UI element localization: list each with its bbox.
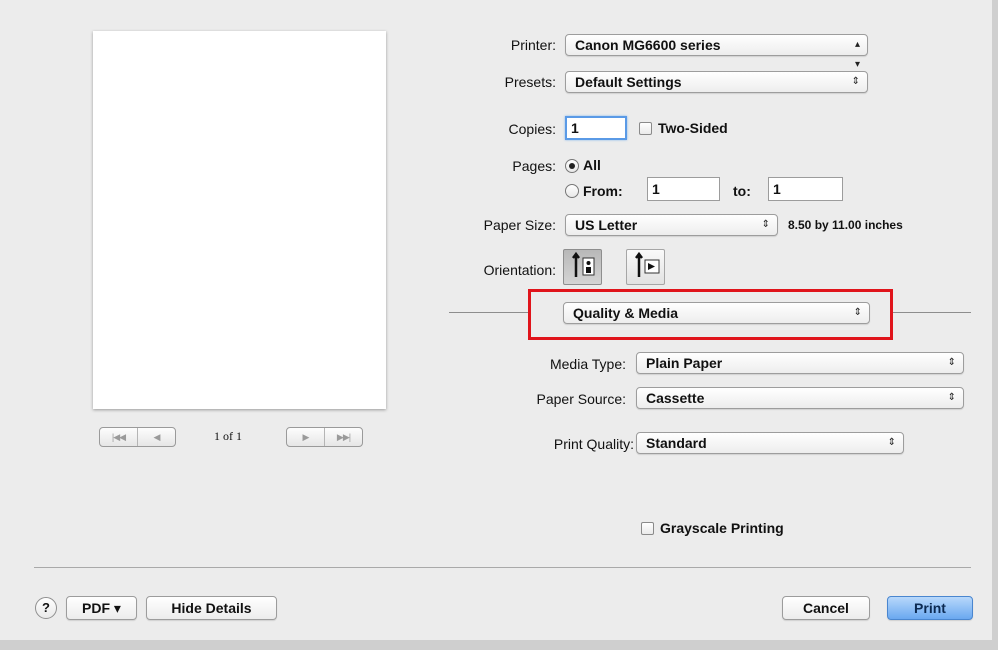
landscape-orientation-icon [635, 251, 660, 277]
paper-dimensions: 8.50 by 11.00 inches [788, 218, 903, 232]
popup-arrows-icon: ⇕ [887, 437, 896, 448]
previous-page-button[interactable]: ◀ [137, 428, 175, 446]
next-page-button[interactable]: ▶ [287, 428, 324, 446]
two-sided-label: Two-Sided [658, 120, 728, 136]
paper-source-value: Cassette [646, 390, 705, 406]
print-button[interactable]: Print [887, 596, 973, 620]
grayscale-checkbox[interactable] [641, 522, 654, 535]
pages-from-radio[interactable] [565, 184, 579, 198]
orientation-label: Orientation: [483, 262, 556, 278]
presets-popup[interactable]: Default Settings ⇕ [565, 71, 868, 93]
popup-arrows-icon: ⇕ [947, 357, 956, 368]
window-frame-bottom [0, 640, 998, 650]
pages-all-label: All [583, 157, 601, 173]
highlight-box [528, 289, 893, 340]
popup-arrows-icon: ⇕ [761, 219, 770, 230]
popup-arrows-icon: ⇕ [851, 76, 860, 87]
pages-from-field[interactable]: 1 [647, 177, 720, 201]
pages-label: Pages: [512, 158, 556, 174]
copies-label: Copies: [508, 121, 556, 137]
portrait-orientation-button[interactable] [563, 249, 602, 285]
cancel-button[interactable]: Cancel [782, 596, 870, 620]
media-type-label: Media Type: [549, 356, 626, 372]
paper-source-label: Paper Source: [536, 391, 627, 407]
presets-label: Presets: [504, 74, 556, 90]
paper-size-popup[interactable]: US Letter ⇕ [565, 214, 778, 236]
pages-to-field[interactable]: 1 [768, 177, 843, 201]
print-quality-value: Standard [646, 435, 707, 451]
paper-size-label: Paper Size: [483, 217, 556, 233]
print-quality-popup[interactable]: Standard ⇕ [636, 432, 904, 454]
landscape-orientation-button[interactable] [626, 249, 665, 285]
portrait-orientation-icon [572, 251, 595, 277]
copies-field[interactable]: 1 [565, 116, 627, 140]
pdf-button[interactable]: PDF ▾ [66, 596, 137, 620]
footer-divider [34, 567, 971, 568]
hide-details-button[interactable]: Hide Details [146, 596, 277, 620]
window-frame-right [992, 0, 998, 650]
page-preview [93, 31, 386, 409]
popup-arrows-icon: ▴ ▾ [854, 39, 860, 70]
first-page-button[interactable]: |◀◀ [100, 428, 137, 446]
grayscale-label: Grayscale Printing [660, 520, 784, 536]
paper-source-popup[interactable]: Cassette ⇕ [636, 387, 964, 409]
media-type-value: Plain Paper [646, 355, 723, 371]
preview-forward-controls: ▶ ▶▶| [286, 427, 363, 447]
popup-arrows-icon: ⇕ [947, 392, 956, 403]
section-divider-right [892, 312, 971, 313]
printer-value: Canon MG6600 series [575, 37, 721, 53]
presets-value: Default Settings [575, 74, 682, 90]
print-quality-label: Print Quality: [553, 436, 634, 452]
media-type-popup[interactable]: Plain Paper ⇕ [636, 352, 964, 374]
pages-from-label: From: [583, 183, 623, 199]
help-icon[interactable]: ? [35, 597, 57, 619]
section-divider-left [449, 312, 529, 313]
last-page-button[interactable]: ▶▶| [324, 428, 362, 446]
pages-all-radio[interactable] [565, 159, 579, 173]
page-indicator: 1 of 1 [214, 429, 242, 443]
pages-to-label: to: [733, 183, 751, 199]
printer-popup[interactable]: Canon MG6600 series ▴ ▾ [565, 34, 868, 70]
preview-back-controls: |◀◀ ◀ [99, 427, 176, 447]
two-sided-checkbox[interactable] [639, 122, 652, 135]
paper-size-value: US Letter [575, 217, 638, 233]
printer-label: Printer: [510, 37, 556, 53]
